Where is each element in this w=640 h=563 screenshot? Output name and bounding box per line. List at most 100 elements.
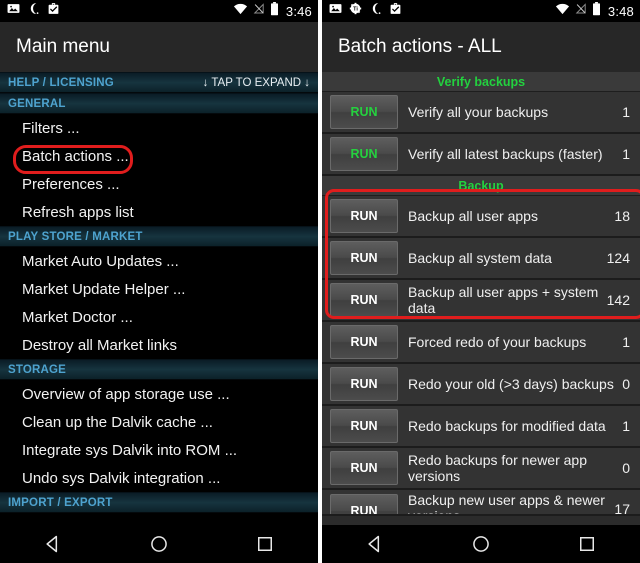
category-title: Backup [458, 178, 504, 193]
batch-row-count: 1 [622, 104, 630, 120]
menu-item-batch-actions[interactable]: Batch actions ... [0, 142, 318, 170]
image-icon [7, 2, 20, 20]
right-navigation-bar[interactable] [322, 525, 640, 563]
svg-text:Ti: Ti [353, 7, 358, 13]
run-button[interactable]: RUN [330, 494, 398, 514]
menu-item-label: Preferences ... [22, 175, 120, 193]
batch-row-forced-redo[interactable]: RUN Forced redo of your backups 1 [322, 322, 640, 364]
battery-icon [592, 1, 601, 21]
category-title: Verify backups [436, 74, 526, 89]
signal-off-icon [575, 2, 587, 20]
category-header-verify-backups: Verify backups [322, 72, 640, 92]
batch-row-label: Backup all user apps [408, 207, 538, 224]
batch-row-label: Backup all system data [408, 249, 552, 266]
menu-item-label: Overview of app storage use ... [22, 385, 230, 403]
menu-item-overview-app-storage[interactable]: Overview of app storage use ... [0, 380, 318, 408]
signal-off-icon [253, 2, 265, 20]
section-title: STORAGE [8, 363, 67, 376]
moon-icon [27, 2, 40, 20]
right-phone-panel: Ti 3:48 Batch actions - ALL Verify backu… [322, 0, 640, 563]
menu-item-label: Integrate sys Dalvik into ROM ... [22, 441, 238, 459]
run-button[interactable]: RUN [330, 283, 398, 317]
run-button[interactable]: RUN [330, 199, 398, 233]
moon-icon [369, 2, 382, 20]
section-header-storage[interactable]: STORAGE [0, 359, 318, 380]
briefcase-check-icon [389, 2, 402, 20]
page-title: Main menu [16, 36, 110, 57]
section-header-play-store-market[interactable]: PLAY STORE / MARKET [0, 226, 318, 247]
run-button[interactable]: RUN [330, 95, 398, 129]
right-status-icons: Ti [329, 2, 402, 20]
batch-row-redo-modified-data[interactable]: RUN Redo backups for modified data 1 [322, 406, 640, 448]
menu-item-market-auto-updates[interactable]: Market Auto Updates ... [0, 247, 318, 275]
clock-time: 3:48 [607, 3, 634, 19]
section-header-import-export[interactable]: IMPORT / EXPORT [0, 492, 318, 513]
menu-item-undo-sys-dalvik[interactable]: Undo sys Dalvik integration ... [0, 464, 318, 492]
section-title: PLAY STORE / MARKET [8, 230, 143, 243]
menu-item-market-doctor[interactable]: Market Doctor ... [0, 303, 318, 331]
section-items-general: Filters ... Batch actions ... Preference… [0, 114, 318, 226]
section-header-general[interactable]: GENERAL [0, 93, 318, 114]
menu-item-label: Refresh apps list [22, 203, 134, 221]
run-button[interactable]: RUN [330, 325, 398, 359]
right-title-bar: Batch actions - ALL [322, 22, 640, 72]
wifi-icon [555, 2, 570, 20]
batch-row-label: Redo backups for modified data [408, 417, 606, 434]
menu-item-refresh-apps-list[interactable]: Refresh apps list [0, 198, 318, 226]
menu-item-label: Market Doctor ... [22, 308, 133, 326]
section-header-help-licensing[interactable]: HELP / LICENSING ↓ TAP TO EXPAND ↓ [0, 72, 318, 93]
run-button[interactable]: RUN [330, 409, 398, 443]
run-button[interactable]: RUN [330, 137, 398, 171]
batch-row-backup-all-user-apps-system-data[interactable]: RUN Backup all user apps + system data 1… [322, 280, 640, 322]
menu-item-preferences[interactable]: Preferences ... [0, 170, 318, 198]
batch-row-count: 124 [606, 250, 630, 266]
briefcase-check-icon [47, 2, 60, 20]
section-title: IMPORT / EXPORT [8, 496, 113, 509]
menu-item-destroy-all-market-links[interactable]: Destroy all Market links [0, 331, 318, 359]
batch-row-verify-all-your-backups[interactable]: RUN Verify all your backups 1 [322, 92, 640, 134]
menu-item-market-update-helper[interactable]: Market Update Helper ... [0, 275, 318, 303]
wifi-icon [233, 2, 248, 20]
tap-to-expand-hint: ↓ TAP TO EXPAND ↓ [202, 76, 310, 89]
menu-item-filters[interactable]: Filters ... [0, 114, 318, 142]
menu-item-label: Filters ... [22, 119, 80, 137]
section-title: GENERAL [8, 97, 66, 110]
section-title: HELP / LICENSING [8, 76, 114, 89]
screenshot-root: 3:46 Main menu HELP / LICENSING ↓ TAP TO… [0, 0, 640, 563]
image-icon [329, 2, 342, 20]
page-title: Batch actions - ALL [338, 36, 502, 57]
home-icon[interactable] [471, 534, 491, 554]
batch-row-redo-old-backups[interactable]: RUN Redo your old (>3 days) backups 0 [322, 364, 640, 406]
section-items-play-store: Market Auto Updates ... Market Update He… [0, 247, 318, 359]
batch-row-count: 1 [622, 418, 630, 434]
run-button[interactable]: RUN [330, 241, 398, 275]
batch-row-count: 0 [622, 376, 630, 392]
batch-actions-list[interactable]: Verify backups RUN Verify all your backu… [322, 72, 640, 525]
batch-row-backup-all-system-data[interactable]: RUN Backup all system data 124 [322, 238, 640, 280]
menu-item-label: Batch actions ... [22, 147, 129, 165]
batch-row-count: 1 [622, 334, 630, 350]
run-button[interactable]: RUN [330, 367, 398, 401]
recents-icon[interactable] [255, 534, 275, 554]
batch-row-count: 17 [614, 501, 630, 516]
titanium-backup-icon: Ti [349, 2, 362, 20]
batch-row-redo-newer-app-versions[interactable]: RUN Redo backups for newer app versions … [322, 448, 640, 490]
back-icon[interactable] [365, 534, 385, 554]
home-icon[interactable] [149, 534, 169, 554]
left-status-icons [7, 2, 60, 20]
left-navigation-bar[interactable] [0, 525, 318, 563]
menu-item-integrate-sys-dalvik[interactable]: Integrate sys Dalvik into ROM ... [0, 436, 318, 464]
menu-item-label: Market Auto Updates ... [22, 252, 179, 270]
run-button[interactable]: RUN [330, 451, 398, 485]
menu-item-clean-dalvik-cache[interactable]: Clean up the Dalvik cache ... [0, 408, 318, 436]
recents-icon[interactable] [577, 534, 597, 554]
main-menu-list[interactable]: HELP / LICENSING ↓ TAP TO EXPAND ↓ GENER… [0, 72, 318, 525]
right-status-right: 3:48 [555, 1, 634, 21]
batch-row-label: Backup new user apps & newer versions [408, 492, 605, 514]
batch-row-backup-all-user-apps[interactable]: RUN Backup all user apps 18 [322, 196, 640, 238]
batch-row-backup-new-user-apps[interactable]: RUN Backup new user apps & newer version… [322, 490, 640, 516]
batch-row-count: 0 [622, 460, 630, 476]
back-icon[interactable] [43, 534, 63, 554]
batch-row-label: Backup all user apps + system data [408, 283, 599, 316]
batch-row-verify-all-latest-backups[interactable]: RUN Verify all latest backups (faster) 1 [322, 134, 640, 176]
